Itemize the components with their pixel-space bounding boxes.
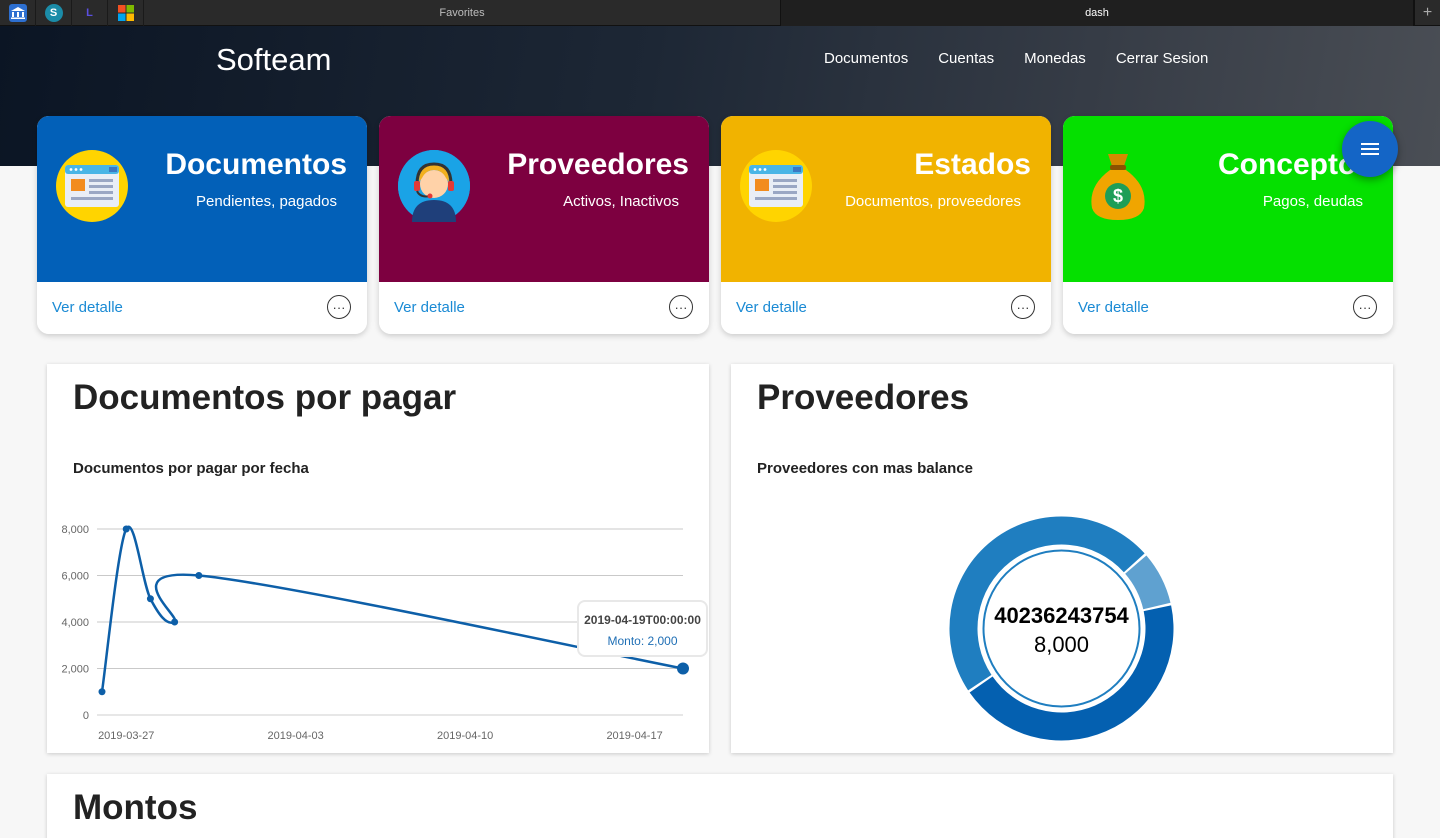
bookmark-microsoft[interactable] [108, 0, 144, 26]
card-footer: Ver detalle ··· [379, 282, 709, 334]
nav-cerrar-sesion[interactable]: Cerrar Sesion [1116, 50, 1209, 67]
donut-center-value: 8,000 [1033, 632, 1090, 657]
x-tick-label: 2019-04-03 [268, 730, 324, 742]
panel-title: Proveedores [757, 378, 970, 417]
panel-title: Montos [73, 788, 198, 827]
bank-icon [8, 3, 27, 22]
y-tick-label: 4,000 [61, 617, 89, 629]
chart-title: Proveedores con mas balance [757, 460, 973, 477]
x-tick-label: 2019-04-10 [437, 730, 493, 742]
l-logo-icon: L [86, 6, 93, 19]
card-footer: Ver detalle ··· [1063, 282, 1393, 334]
card-subtitle: Documentos, proveedores [845, 193, 1021, 210]
menu-fab-button[interactable] [1342, 121, 1398, 177]
y-tick-label: 0 [83, 710, 89, 722]
bookmark-bank[interactable] [0, 0, 36, 26]
x-tick-label: 2019-03-27 [98, 730, 154, 742]
support-agent-icon [398, 150, 470, 222]
bookmark-l[interactable]: L [72, 0, 108, 26]
stat-card-documentos: Documentos Pendientes, pagados Ver detal… [37, 116, 367, 334]
data-point[interactable] [195, 572, 203, 579]
card-subtitle: Activos, Inactivos [563, 193, 679, 210]
more-options-icon[interactable]: ··· [327, 295, 351, 319]
nav-documentos[interactable]: Documentos [824, 50, 908, 67]
data-point[interactable] [146, 595, 154, 603]
line-chart[interactable]: 0 2,000 4,000 6,000 8,000 2019-03-27 2019-04-… [47, 364, 709, 753]
card-header: Estados Documentos, proveedores [721, 116, 1051, 282]
card-header: Documentos Pendientes, pagados [37, 116, 367, 282]
card-footer: Ver detalle ··· [721, 282, 1051, 334]
card-title: Documentos [165, 148, 347, 181]
card-subtitle: Pagos, deudas [1262, 193, 1363, 210]
money-bag-icon: $ [1082, 150, 1154, 222]
data-point[interactable] [98, 688, 106, 696]
main-nav: Documentos Cuentas Monedas Cerrar Sesion [824, 50, 1208, 67]
ver-detalle-link[interactable]: Ver detalle [52, 299, 123, 316]
tab-favorites[interactable]: Favorites [144, 0, 780, 26]
tab-dash[interactable]: dash [780, 0, 1414, 26]
tooltip-label: 2019-04-19T00:00:00 [584, 613, 701, 627]
card-subtitle: Pendientes, pagados [196, 193, 337, 210]
data-point[interactable] [677, 662, 689, 675]
ver-detalle-link[interactable]: Ver detalle [1078, 299, 1149, 316]
bookmark-s[interactable]: S [36, 0, 72, 26]
card-footer: Ver detalle ··· [37, 282, 367, 334]
more-options-icon[interactable]: ··· [1011, 295, 1035, 319]
document-icon [740, 150, 812, 222]
new-tab-button[interactable]: + [1414, 0, 1440, 26]
y-tick-label: 8,000 [61, 524, 89, 536]
nav-cuentas[interactable]: Cuentas [938, 50, 994, 67]
stat-card-proveedores: Proveedores Activos, Inactivos Ver detal… [379, 116, 709, 334]
ver-detalle-link[interactable]: Ver detalle [736, 299, 807, 316]
data-point[interactable] [122, 525, 130, 533]
s-logo-icon: S [44, 3, 63, 22]
browser-toolbar: S L Favorites dash + [0, 0, 1440, 26]
chart-tooltip: 2019-04-19T00:00:00 Monto: 2,000 [577, 600, 708, 657]
nav-monedas[interactable]: Monedas [1024, 50, 1086, 67]
brand-logo[interactable]: Softeam [216, 42, 331, 78]
stat-card-estados: Estados Documentos, proveedores Ver deta… [721, 116, 1051, 334]
hamburger-menu-icon [1361, 143, 1379, 155]
card-title: Estados [914, 148, 1031, 181]
card-title: Proveedores [507, 148, 689, 181]
data-point[interactable] [171, 618, 179, 626]
donut-center-label: 40236243754 [994, 603, 1129, 628]
more-options-icon[interactable]: ··· [1353, 295, 1377, 319]
document-icon [56, 150, 128, 222]
panel-montos: Montos [47, 774, 1393, 838]
svg-text:$: $ [1113, 186, 1123, 206]
y-tick-label: 2,000 [61, 664, 89, 676]
x-tick-label: 2019-04-17 [606, 730, 662, 742]
more-options-icon[interactable]: ··· [669, 295, 693, 319]
microsoft-icon [117, 4, 135, 22]
ver-detalle-link[interactable]: Ver detalle [394, 299, 465, 316]
tooltip-value: Monto: 2,000 [607, 634, 678, 648]
card-header: Proveedores Activos, Inactivos [379, 116, 709, 282]
y-tick-label: 6,000 [61, 571, 89, 583]
